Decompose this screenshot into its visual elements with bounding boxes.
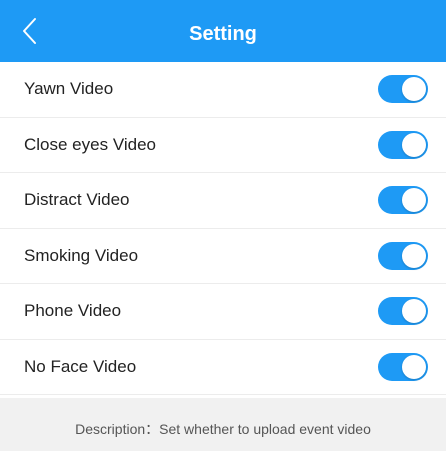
setting-label: Smoking Video [24, 245, 139, 265]
toggle-knob [402, 299, 426, 324]
setting-row-distract: Distract Video [0, 173, 446, 229]
settings-page: Setting Yawn Video Close eyes Video Dist… [0, 0, 446, 451]
setting-row-phone: Phone Video [0, 284, 446, 340]
description-text: Description：Set whether to upload event … [75, 420, 371, 437]
header-bar: Setting [0, 0, 446, 62]
setting-label: Close eyes Video [24, 134, 156, 154]
distract-video-toggle[interactable] [378, 186, 428, 215]
description-panel: Description：Set whether to upload event … [0, 398, 446, 451]
toggle-knob [402, 354, 426, 379]
toggle-knob [402, 77, 426, 102]
close-eyes-video-toggle[interactable] [378, 130, 428, 159]
phone-video-toggle[interactable] [378, 297, 428, 326]
setting-label: No Face Video [24, 356, 137, 376]
setting-label: Phone Video [24, 301, 122, 321]
smoking-video-toggle[interactable] [378, 241, 428, 270]
settings-list: Yawn Video Close eyes Video Distract Vid… [0, 62, 446, 395]
toggle-knob [402, 132, 426, 157]
setting-label: Distract Video [24, 190, 130, 210]
setting-label: Yawn Video [24, 79, 114, 99]
setting-row-close-eyes: Close eyes Video [0, 118, 446, 173]
yawn-video-toggle[interactable] [378, 75, 428, 104]
setting-row-no-face: No Face Video [0, 340, 446, 395]
page-title: Setting [189, 23, 257, 45]
setting-row-smoking: Smoking Video [0, 229, 446, 284]
setting-row-yawn: Yawn Video [0, 62, 446, 118]
no-face-video-toggle[interactable] [378, 352, 428, 381]
toggle-knob [402, 188, 426, 213]
toggle-knob [402, 243, 426, 268]
